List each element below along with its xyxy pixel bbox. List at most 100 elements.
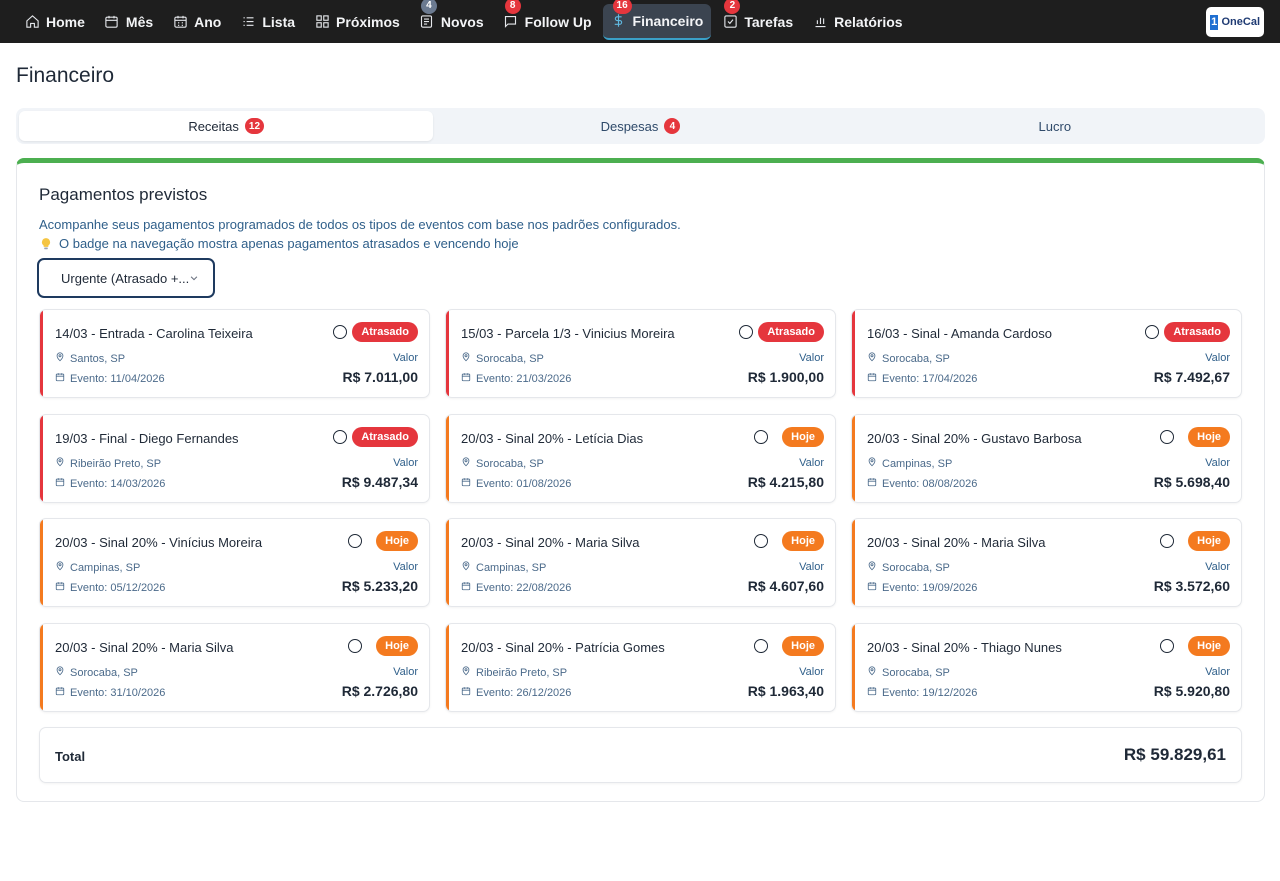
event-date-text: Evento: 08/08/2026 [882, 477, 978, 490]
value-label: Valor [1205, 457, 1230, 469]
status-badge: Hoje [782, 636, 824, 656]
nav-label: Tarefas [744, 13, 794, 30]
chat-icon [503, 14, 519, 30]
select-value: Urgente (Atrasado +... [61, 270, 190, 286]
event-date-text: Evento: 01/08/2026 [476, 477, 572, 490]
card-location: Sorocaba, SP [55, 666, 138, 679]
nav-ano[interactable]: Ano [164, 4, 229, 40]
mark-paid-radio[interactable] [1145, 325, 1159, 339]
mark-paid-radio[interactable] [1160, 430, 1174, 444]
location-pin-icon [867, 457, 882, 470]
payment-card[interactable]: 20/03 - Sinal 20% - Maria Silva Hoje Soroc… [851, 518, 1242, 607]
mark-paid-radio[interactable] [1160, 639, 1174, 653]
card-title: 20/03 - Sinal 20% - Maria Silva [55, 640, 234, 655]
nav-home[interactable]: Home [16, 4, 93, 40]
payment-card[interactable]: 20/03 - Sinal 20% - Maria Silva Hoje Soroc… [39, 623, 430, 712]
status-accent-bar [40, 415, 43, 502]
card-title: 19/03 - Final - Diego Fernandes [55, 431, 239, 446]
payment-card[interactable]: 20/03 - Sinal 20% - Maria Silva Hoje Campi… [445, 518, 836, 607]
event-date-text: Evento: 19/12/2026 [882, 686, 978, 699]
nav-follow-up[interactable]: 8 Follow Up [495, 0, 600, 40]
nav-label: Mês [125, 13, 154, 30]
location-text: Campinas, SP [882, 457, 953, 470]
mark-paid-radio[interactable] [333, 325, 347, 339]
mark-paid-radio[interactable] [333, 430, 347, 444]
payment-card[interactable]: 14/03 - Entrada - Carolina Teixeira Atras… [39, 309, 430, 398]
card-location: Campinas, SP [867, 457, 952, 470]
status-accent-bar [446, 415, 449, 502]
payment-card[interactable]: 19/03 - Final - Diego Fernandes Atrasado R… [39, 414, 430, 503]
status-badge: Hoje [1188, 427, 1230, 447]
payment-card[interactable]: 20/03 - Sinal 20% - Letícia Dias Hoje Soro… [445, 414, 836, 503]
card-amount: R$ 7.492,67 [1153, 369, 1230, 385]
nav-mes[interactable]: Mês [96, 4, 161, 40]
calendar-icon [55, 686, 70, 699]
mark-paid-radio[interactable] [754, 639, 768, 653]
card-location: Sorocaba, SP [867, 352, 950, 365]
mark-paid-radio[interactable] [739, 325, 753, 339]
nav-novos[interactable]: 4 Novos [411, 0, 492, 40]
total-label: Total [55, 749, 86, 764]
payment-card[interactable]: 15/03 - Parcela 1/3 - Vinicius Moreira At… [445, 309, 836, 398]
location-pin-icon [55, 352, 70, 365]
card-location: Sorocaba, SP [867, 561, 950, 574]
tab-receitas[interactable]: Receitas 12 [19, 111, 434, 141]
location-pin-icon [55, 666, 70, 679]
location-text: Sorocaba, SP [882, 352, 950, 365]
event-date-text: Evento: 19/09/2026 [882, 581, 978, 594]
calendar-grid-icon [172, 14, 188, 30]
mark-paid-radio[interactable] [1160, 534, 1174, 548]
value-label: Valor [799, 666, 824, 678]
payment-card[interactable]: 20/03 - Sinal 20% - Patrícia Gomes Hoje Ri… [445, 623, 836, 712]
nav-label: Novos [440, 13, 484, 30]
total-row: Total R$ 59.829,61 [39, 727, 1242, 783]
nav-label: Financeiro [632, 12, 704, 29]
location-pin-icon [867, 561, 882, 574]
status-accent-bar [40, 310, 43, 397]
tab-lucro[interactable]: Lucro [848, 111, 1262, 141]
tab-badge: 12 [244, 118, 265, 134]
card-amount: R$ 4.215,80 [747, 474, 824, 490]
tab-despesas[interactable]: Despesas 4 [433, 111, 847, 141]
calendar-icon [55, 477, 70, 490]
calendar-icon [55, 372, 70, 385]
mark-paid-radio[interactable] [348, 639, 362, 653]
card-event-date: Evento: 22/08/2026 [461, 581, 571, 594]
mark-paid-radio[interactable] [348, 534, 362, 548]
card-event-date: Evento: 31/10/2026 [55, 686, 165, 699]
payment-card[interactable]: 20/03 - Sinal 20% - Thiago Nunes Hoje Soro… [851, 623, 1242, 712]
onecal-logo[interactable]: 1 OneCal [1206, 7, 1264, 37]
location-text: Sorocaba, SP [476, 352, 544, 365]
chevron-down-icon [190, 276, 198, 281]
urgency-filter-select[interactable]: Urgente (Atrasado +... [37, 258, 215, 298]
calendar-icon [867, 686, 882, 699]
card-event-date: Evento: 01/08/2026 [461, 477, 571, 490]
card-event-date: Evento: 19/09/2026 [867, 581, 977, 594]
location-pin-icon [461, 561, 476, 574]
nav-lista[interactable]: Lista [232, 4, 303, 40]
mark-paid-radio[interactable] [754, 430, 768, 444]
nav-tarefas[interactable]: 2 Tarefas [714, 0, 801, 40]
card-event-date: Evento: 14/03/2026 [55, 477, 165, 490]
payment-card[interactable]: 20/03 - Sinal 20% - Vinícius Moreira Hoje… [39, 518, 430, 607]
status-accent-bar [852, 415, 855, 502]
payment-card[interactable]: 16/03 - Sinal - Amanda Cardoso Atrasado So… [851, 309, 1242, 398]
mark-paid-radio[interactable] [754, 534, 768, 548]
card-amount: R$ 5.233,20 [341, 578, 418, 594]
calendar-icon [461, 686, 476, 699]
nav-financeiro[interactable]: 16 Financeiro [602, 0, 712, 40]
nav-proximos[interactable]: Próximos [306, 4, 408, 40]
nav-relatorios[interactable]: Relatórios [804, 4, 910, 40]
card-amount: R$ 3.572,60 [1153, 578, 1230, 594]
status-badge: Atrasado [758, 322, 824, 342]
payment-card[interactable]: 20/03 - Sinal 20% - Gustavo Barbosa Hoje C… [851, 414, 1242, 503]
tab-label: Receitas [188, 118, 239, 134]
card-location: Sorocaba, SP [461, 457, 544, 470]
card-location: Ribeirão Preto, SP [461, 666, 567, 679]
hint-text: O badge na navegação mostra apenas pagam… [59, 236, 519, 251]
calendar-icon [867, 581, 882, 594]
home-icon [24, 14, 40, 30]
status-accent-bar [40, 519, 43, 606]
status-badge: Hoje [782, 427, 824, 447]
event-date-text: Evento: 11/04/2026 [70, 372, 165, 385]
